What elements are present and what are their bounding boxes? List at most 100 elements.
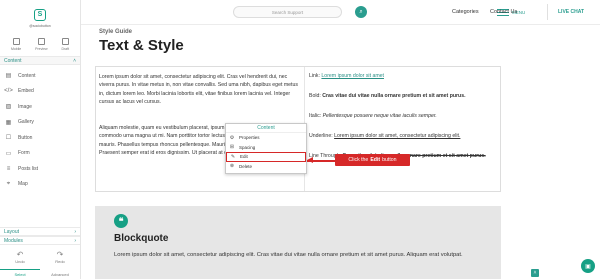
sidebar-item-posts-list[interactable]: ≡ Posts list — [0, 161, 80, 177]
mobile-icon — [12, 38, 20, 45]
device-preview-button[interactable]: Preview — [35, 38, 48, 54]
underline-text: Lorem ipsum dolor sit amet, consectetur … — [334, 133, 461, 139]
gallery-icon: ▦ — [5, 119, 12, 126]
device-label: Draft — [61, 47, 70, 51]
blockquote-block[interactable]: ❝ Blockquote Lorem ipsum dolor sit amet,… — [95, 206, 501, 279]
sidebar-item-image[interactable]: ▨ Image — [0, 99, 80, 115]
editor-sidebar: S @sociobutton Mobile Preview Draft Cont… — [0, 0, 81, 279]
link-row: Link: Lorem ipsum dolor sit amet — [309, 73, 499, 93]
hint-suffix: button — [382, 157, 397, 163]
search-button[interactable]: ⌕ — [355, 6, 367, 18]
underline-label: Underline: — [309, 133, 333, 139]
sidebar-item-map[interactable]: ⌖ Map — [0, 177, 80, 193]
redo-icon: ↷ — [56, 250, 64, 259]
quote-icon: ❝ — [114, 214, 128, 228]
search-icon: ⌕ — [359, 8, 363, 15]
form-icon: ▭ — [5, 150, 12, 157]
context-menu-spacing[interactable]: ⊞ Spacing — [226, 143, 306, 153]
chat-fab-button[interactable]: ▣ — [581, 259, 595, 273]
blockquote-text: Lorem ipsum dolor sit amet, consectetur … — [114, 252, 463, 258]
device-mobile-button[interactable]: Mobile — [11, 38, 21, 54]
history-controls: ↶ Undo ↷ Redo — [0, 250, 80, 265]
preview-icon — [37, 38, 45, 45]
device-label: Mobile — [10, 47, 22, 51]
map-icon: ⌖ — [6, 180, 11, 187]
style-guide-label: Style Guide — [99, 29, 133, 35]
context-menu-label: Properties — [239, 135, 260, 141]
section-label: Content — [4, 57, 22, 64]
context-menu-title: Content — [226, 124, 306, 133]
paragraph-1: Lorem ipsum dolor sit amet, consectetur … — [99, 74, 298, 106]
section-content-header[interactable]: Content ˄ — [0, 56, 80, 65]
bold-text: Cras vitae dui vitae nulla ornare pretiu… — [322, 93, 466, 99]
live-chat-button[interactable]: LIVE CHAT — [558, 9, 584, 15]
chevron-right-icon: › — [74, 237, 76, 244]
sidebar-item-embed[interactable]: </> Embed — [0, 84, 80, 100]
sidebar-item-label: Form — [18, 150, 30, 157]
italic-label: Italic: — [309, 113, 322, 119]
sidebar-item-button[interactable]: ☐ Button — [0, 130, 80, 146]
undo-button[interactable]: ↶ Undo — [15, 250, 25, 265]
header-divider — [547, 4, 548, 20]
sidebar-item-form[interactable]: ▭ Form — [0, 146, 80, 162]
collapsed-sections: Layout › Modules › — [0, 227, 80, 245]
chevron-up-icon: ˄ — [533, 270, 537, 276]
sidebar-item-content[interactable]: ▤ Content — [0, 68, 80, 84]
blockquote-title: Blockquote — [114, 233, 169, 244]
hint-bold: Edit — [370, 157, 381, 163]
sidebar-item-gallery[interactable]: ▦ Gallery — [0, 115, 80, 131]
sidebar-item-label: Image — [18, 103, 32, 110]
context-menu: Content ⚙ Properties ⊞ Spacing ✎ Edit ⊗ Dele… — [225, 123, 307, 174]
context-menu-label: Delete — [239, 163, 253, 169]
tab-select[interactable]: Select — [0, 269, 40, 279]
nav-contact-link[interactable]: Contact Us — [490, 9, 517, 15]
image-icon: ▨ — [5, 104, 12, 111]
posts-list-icon: ≡ — [6, 165, 11, 172]
sidebar-item-label: Button — [18, 134, 33, 141]
embed-icon: </> — [4, 88, 13, 95]
search-input[interactable]: Search Support — [233, 6, 342, 18]
content-icon: ▤ — [5, 73, 12, 80]
undo-icon: ↶ — [16, 250, 24, 259]
context-menu-label: Spacing — [239, 144, 256, 150]
undo-label: Undo — [15, 259, 25, 264]
context-menu-label: Edit — [240, 154, 248, 160]
chevron-up-icon: ˄ — [73, 57, 76, 64]
section-layout-header[interactable]: Layout › — [0, 227, 80, 236]
site-header: Search Support ⌕ Categories MENU LIVE CH… — [81, 0, 600, 25]
sidebar-item-label: Content — [18, 72, 36, 79]
hint-prefix: Click the — [348, 157, 369, 163]
chevron-right-icon: › — [74, 228, 76, 235]
scroll-top-button[interactable]: ˄ — [531, 269, 539, 277]
button-icon: ☐ — [5, 135, 12, 142]
chat-icon: ▣ — [585, 263, 591, 270]
device-draft-button[interactable]: Draft — [61, 38, 69, 54]
draft-icon — [61, 38, 69, 45]
brand-name: @sociobutton — [29, 23, 51, 28]
redo-button[interactable]: ↷ Redo — [55, 250, 65, 265]
bold-row: Bold: Cras vitae dui vitae nulla ornare … — [309, 93, 499, 113]
tab-advanced[interactable]: Advanced — [40, 269, 80, 279]
italic-row: Italic: Pellentesque posuere neque vitae… — [309, 113, 499, 133]
context-menu-delete[interactable]: ⊗ Delete — [226, 162, 306, 172]
brand-logo[interactable]: S — [34, 8, 46, 21]
section-modules-header[interactable]: Modules › — [0, 236, 80, 245]
context-menu-properties[interactable]: ⚙ Properties — [226, 133, 306, 143]
page-title: Text & Style — [99, 37, 184, 54]
section-label: Layout — [4, 228, 20, 235]
page-canvas: Style Guide Text & Style Lorem ipsum dol… — [81, 25, 600, 279]
sample-link[interactable]: Lorem ipsum dolor sit amet — [321, 73, 384, 79]
italic-text: Pellentesque posuere neque vitae iaculis… — [322, 113, 437, 119]
sidebar-item-label: Posts list — [18, 165, 39, 172]
device-label: Preview — [35, 47, 48, 51]
delete-icon: ⊗ — [229, 163, 235, 170]
sidebar-item-label: Gallery — [18, 119, 34, 126]
sidebar-item-label: Map — [18, 181, 28, 188]
device-toggles: Mobile Preview Draft — [0, 36, 80, 56]
underline-row: Underline: Lorem ipsum dolor sit amet, c… — [309, 133, 499, 153]
link-label: Link: — [309, 73, 320, 79]
edit-icon: ✎ — [230, 153, 236, 160]
context-menu-edit[interactable]: ✎ Edit — [226, 152, 306, 162]
nav-categories-link[interactable]: Categories — [452, 9, 479, 15]
section-label: Modules — [4, 237, 23, 244]
